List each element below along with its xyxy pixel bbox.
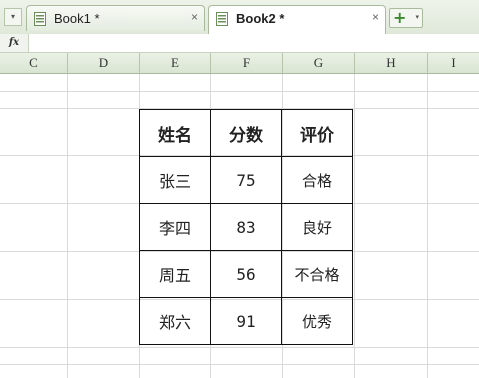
- column-header-f[interactable]: F: [211, 53, 283, 73]
- grid-line: [354, 74, 355, 378]
- header-rating[interactable]: 评价: [281, 109, 353, 157]
- table-row: 郑六 91 优秀: [139, 297, 353, 345]
- column-header-c[interactable]: C: [0, 53, 68, 73]
- header-score[interactable]: 分数: [210, 109, 282, 157]
- column-header-g[interactable]: G: [283, 53, 355, 73]
- plus-icon: +: [393, 8, 407, 27]
- chevron-down-icon[interactable]: ▾: [415, 13, 419, 21]
- column-headers: C D E F G H I: [0, 53, 479, 74]
- cell-rating[interactable]: 优秀: [281, 297, 353, 345]
- spreadsheet-icon: [34, 12, 46, 26]
- fx-icon[interactable]: fx: [0, 34, 29, 52]
- table-row: 张三 75 合格: [139, 156, 353, 204]
- table-row: 周五 56 不合格: [139, 250, 353, 298]
- tab-menu-button[interactable]: ▾: [4, 8, 22, 26]
- cell-name[interactable]: 周五: [139, 250, 211, 298]
- close-icon[interactable]: ×: [372, 10, 379, 24]
- cell-name[interactable]: 李四: [139, 203, 211, 251]
- cell-rating[interactable]: 不合格: [281, 250, 353, 298]
- formula-bar: fx: [0, 34, 479, 53]
- cell-rating[interactable]: 良好: [281, 203, 353, 251]
- cell-score[interactable]: 75: [210, 156, 282, 204]
- tab-book2[interactable]: Book2 * ×: [208, 5, 386, 34]
- cell-score[interactable]: 83: [210, 203, 282, 251]
- grid-line: [427, 74, 428, 378]
- column-header-h[interactable]: H: [355, 53, 428, 73]
- grid-line: [67, 74, 68, 378]
- score-table: 姓名 分数 评价 张三 75 合格 李四 83 良好 周五 56 不合格 郑六 …: [139, 109, 353, 345]
- chevron-down-icon: ▾: [10, 12, 15, 21]
- cell-score[interactable]: 56: [210, 250, 282, 298]
- tab-label: Book2 *: [236, 11, 285, 26]
- cell-name[interactable]: 郑六: [139, 297, 211, 345]
- column-header-e[interactable]: E: [140, 53, 211, 73]
- close-icon[interactable]: ×: [191, 10, 198, 24]
- column-header-i[interactable]: I: [428, 53, 479, 73]
- header-name[interactable]: 姓名: [139, 109, 211, 157]
- table-row: 李四 83 良好: [139, 203, 353, 251]
- cell-score[interactable]: 91: [210, 297, 282, 345]
- grid-line: [0, 364, 479, 365]
- cell-name[interactable]: 张三: [139, 156, 211, 204]
- column-header-d[interactable]: D: [68, 53, 140, 73]
- formula-input[interactable]: [30, 34, 479, 52]
- grid-line: [0, 347, 479, 348]
- tab-label: Book1 *: [54, 11, 100, 26]
- table-header-row: 姓名 分数 评价: [139, 109, 353, 157]
- new-tab-button[interactable]: + ▾: [389, 8, 423, 28]
- tab-strip: ▾ Book1 * × Book2 * × + ▾: [0, 0, 479, 35]
- grid-line: [0, 91, 479, 92]
- spreadsheet-icon: [216, 12, 228, 26]
- cell-rating[interactable]: 合格: [281, 156, 353, 204]
- tab-book1[interactable]: Book1 * ×: [26, 5, 205, 31]
